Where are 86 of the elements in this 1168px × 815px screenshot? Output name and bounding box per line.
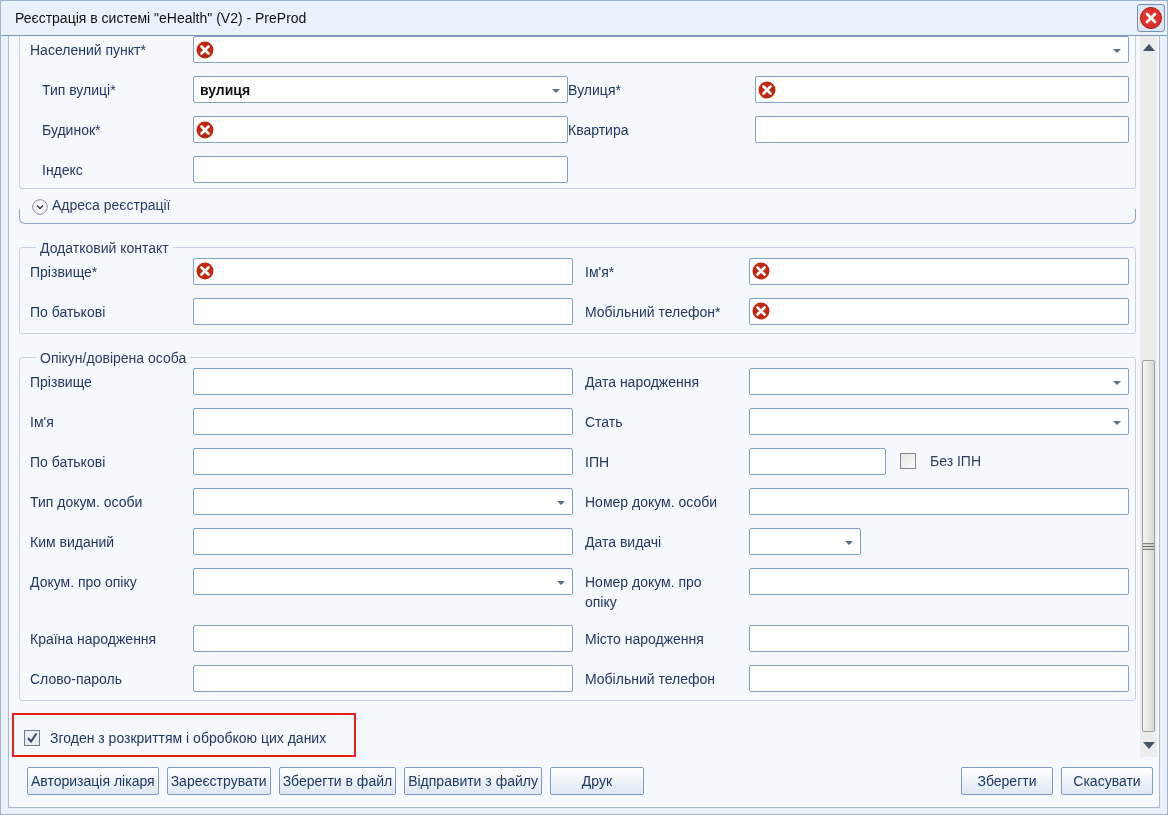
- grip-icon: [1143, 542, 1154, 550]
- checkbox[interactable]: [900, 453, 916, 470]
- scrollbar[interactable]: [1140, 36, 1157, 757]
- field-label: Номер докум. про опіку: [584, 572, 703, 612]
- action-button[interactable]: Скасувати: [1061, 767, 1153, 795]
- window-title: Реєстрація в системі "eHealth" (V2) - PreProd: [15, 10, 307, 26]
- scroll-down-icon[interactable]: [1142, 742, 1155, 749]
- dropdown[interactable]: [749, 367, 1129, 395]
- text-field[interactable]: [749, 625, 1129, 653]
- text-field[interactable]: [755, 76, 1129, 103]
- checkbox-label: Без ІПН: [930, 453, 982, 470]
- text-field[interactable]: [193, 447, 573, 475]
- field-label: ІПН: [584, 452, 611, 472]
- text-field[interactable]: [749, 297, 1129, 325]
- field-label: Тип докум. особи: [30, 492, 144, 512]
- dropdown[interactable]: вулиця: [193, 76, 568, 103]
- field-label: Дата видачі: [584, 532, 663, 552]
- error-icon: [196, 262, 214, 281]
- group-title: Додатковий контакт: [39, 239, 170, 256]
- caret-icon: [552, 89, 560, 93]
- checkbox-label: Згоден з розкриттям і обробкою цих даних: [50, 730, 327, 747]
- field-label: Мобільний телефон*: [584, 302, 722, 322]
- field-label: Квартира: [568, 121, 630, 140]
- field-label: По батькові: [30, 452, 107, 472]
- field-label: Стать: [584, 412, 624, 432]
- scrollbar-thumb[interactable]: [1142, 360, 1155, 732]
- action-button[interactable]: Відправити з файлу: [404, 767, 542, 795]
- text-field[interactable]: [755, 116, 1129, 143]
- caret-icon: [1113, 420, 1121, 425]
- text-field[interactable]: [193, 297, 573, 325]
- field-label: Номер докум. особи: [584, 492, 719, 512]
- text-field[interactable]: [193, 116, 568, 143]
- error-icon: [196, 40, 214, 59]
- action-button[interactable]: Зберегти: [961, 767, 1053, 795]
- field-label: Населений пункт*: [30, 41, 147, 60]
- error-icon: [758, 80, 776, 99]
- text-field[interactable]: [193, 156, 568, 183]
- group-title: Опікун/довірена особа: [39, 349, 188, 366]
- action-button[interactable]: Авторизація лікаря: [27, 767, 159, 795]
- field-label: Ким виданий: [30, 532, 116, 552]
- close-button[interactable]: [1137, 4, 1165, 32]
- field-label: Мобільний телефон: [584, 670, 717, 690]
- field-label: Ім'я: [30, 412, 55, 432]
- error-icon: [752, 262, 770, 281]
- text-field[interactable]: [193, 527, 573, 555]
- text-field[interactable]: [749, 567, 1129, 595]
- dropdown[interactable]: [749, 527, 861, 555]
- error-icon: [196, 120, 214, 139]
- expand-icon[interactable]: [30, 199, 50, 215]
- field-label: Вулиця*: [568, 81, 622, 100]
- caret-icon: [1113, 380, 1121, 385]
- field-label: Прізвище: [30, 372, 93, 392]
- text-field[interactable]: [749, 665, 1129, 693]
- text-field[interactable]: [193, 625, 573, 653]
- error-icon: [752, 302, 770, 321]
- checkbox[interactable]: [24, 730, 40, 747]
- field-label: Ім'я*: [584, 262, 616, 282]
- dropdown[interactable]: [749, 407, 1129, 435]
- action-button[interactable]: Друк: [549, 767, 644, 795]
- field-label: Місто народження: [584, 630, 705, 650]
- caret-icon: [557, 580, 565, 585]
- text-field[interactable]: [749, 447, 886, 475]
- dropdown[interactable]: [193, 487, 573, 515]
- text-field[interactable]: [193, 407, 573, 435]
- action-button[interactable]: Зберегти в файл: [278, 767, 397, 795]
- caret-icon: [557, 500, 565, 505]
- field-label: Докум. про опіку: [30, 572, 138, 592]
- field-label: Прізвище*: [30, 262, 99, 282]
- field-label: Дата народження: [584, 372, 701, 392]
- dropdown[interactable]: [193, 567, 573, 595]
- field-label: Країна народження: [30, 630, 158, 650]
- action-button[interactable]: Зареєструвати: [166, 767, 271, 795]
- text-field[interactable]: [749, 257, 1129, 285]
- caret-icon: [845, 540, 853, 545]
- text-field[interactable]: [193, 665, 573, 693]
- field-label: По батькові: [30, 302, 107, 322]
- dropdown[interactable]: [193, 36, 1129, 63]
- text-field[interactable]: [193, 257, 573, 285]
- field-label: Тип вулиці*: [41, 81, 117, 100]
- field-label: Будинок*: [41, 121, 102, 140]
- text-field[interactable]: [749, 487, 1129, 515]
- scroll-up-icon[interactable]: [1142, 44, 1155, 51]
- text-field[interactable]: [193, 367, 573, 395]
- caret-icon: [1113, 49, 1121, 53]
- field-label: Індекс: [41, 161, 84, 180]
- field-label: Слово-пароль: [30, 670, 124, 690]
